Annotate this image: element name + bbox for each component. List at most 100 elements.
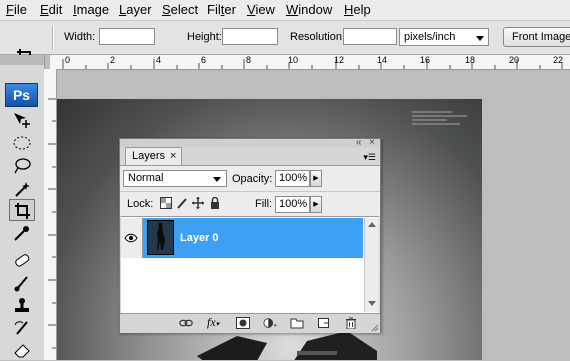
lock-position-icon[interactable] <box>192 197 204 209</box>
resize-grip-icon[interactable] <box>371 324 379 332</box>
menu-select[interactable]: Select <box>162 2 198 18</box>
close-panel-icon[interactable]: × <box>369 138 375 148</box>
menu-edit[interactable]: Edit <box>40 2 62 18</box>
height-label: Height: <box>187 31 222 43</box>
ruler-label: 12 <box>334 55 345 65</box>
resolution-input[interactable] <box>343 28 397 45</box>
fill-input[interactable]: 100% <box>275 196 310 213</box>
layers-panel: « × Layers × ▾☰ Normal Opacity: 100% ▶ L… <box>119 138 381 333</box>
menu-help[interactable]: Help <box>344 2 371 18</box>
front-image-button[interactable]: Front Image <box>503 27 570 47</box>
menu-view-rest: iew <box>255 2 275 17</box>
ruler-label: 16 <box>420 55 431 65</box>
chevron-down-icon <box>213 177 221 182</box>
lock-fill-row: Lock: Fill: 100% ▶ <box>120 191 380 216</box>
history-brush-icon <box>14 321 28 335</box>
magic-wand-tool[interactable] <box>9 178 35 200</box>
trash-icon[interactable] <box>344 317 358 329</box>
folder-icon[interactable] <box>290 317 304 329</box>
canvas-small-text <box>412 111 472 129</box>
layer-mask-icon[interactable] <box>236 317 250 329</box>
menu-help-rest: elp <box>353 2 371 17</box>
resolution-units-select[interactable]: pixels/inch <box>399 28 489 46</box>
menu-filter[interactable]: Filter <box>207 2 236 18</box>
menu-window[interactable]: Window <box>286 2 332 18</box>
ruler-label: 6 <box>201 55 207 65</box>
new-layer-icon[interactable] <box>317 317 331 329</box>
layer-row[interactable]: Layer 0 <box>121 218 363 258</box>
fx-icon[interactable]: fx▾ <box>207 315 225 329</box>
ruler-label: 22 <box>553 55 564 65</box>
crop-tool[interactable] <box>9 199 35 221</box>
fill-slider-button[interactable]: ▶ <box>310 196 322 213</box>
adjustment-layer-icon[interactable] <box>263 317 277 329</box>
visibility-toggle[interactable] <box>121 218 143 258</box>
canvas-figure <box>197 331 377 360</box>
tab-layers-label: Layers <box>132 150 166 162</box>
width-label: Width: <box>64 31 96 43</box>
menu-window-rest: indow <box>298 2 333 17</box>
layers-bottom-bar: fx▾ <box>120 313 380 333</box>
tab-layers[interactable]: Layers × <box>125 147 182 165</box>
blend-mode-select[interactable]: Normal <box>123 170 227 187</box>
opacity-label: Opacity: <box>232 173 273 185</box>
blend-mode-value: Normal <box>128 172 164 184</box>
lasso-tool[interactable] <box>9 155 35 177</box>
elliptical-marquee-icon <box>13 136 31 150</box>
menu-image[interactable]: Image <box>73 2 109 18</box>
close-tab-icon[interactable]: × <box>170 148 176 164</box>
healing-brush-tool[interactable] <box>9 249 35 271</box>
lock-transparency-icon[interactable] <box>160 197 172 209</box>
toolbox: Ps <box>0 55 45 360</box>
ruler-label: 0 <box>65 55 71 65</box>
move-tool[interactable] <box>9 109 35 131</box>
chevron-down-icon <box>476 36 484 41</box>
eyedropper-icon <box>14 226 29 241</box>
ruler-label: 14 <box>377 55 388 65</box>
panel-titlebar[interactable] <box>120 139 380 147</box>
toolbox-grip[interactable] <box>0 55 44 65</box>
scroll-up-icon[interactable] <box>368 222 376 227</box>
menu-edit-rest: dit <box>48 2 63 17</box>
blend-opacity-row: Normal Opacity: 100% ▶ <box>120 165 380 192</box>
menu-filter-pre: Fil <box>207 2 221 17</box>
lock-all-icon[interactable] <box>209 197 221 209</box>
ruler-label: 18 <box>465 55 476 65</box>
lock-pixels-icon[interactable] <box>176 197 188 209</box>
collapse-panel-icon[interactable]: « <box>356 138 362 148</box>
height-input[interactable] <box>222 28 278 45</box>
history-brush-tool[interactable] <box>9 317 35 339</box>
opacity-input[interactable]: 100% <box>275 170 310 187</box>
resolution-label: Resolution: <box>290 31 346 43</box>
ruler-ticks <box>48 98 56 349</box>
menu-file[interactable]: File <box>6 2 27 18</box>
ruler-label: 2 <box>110 55 116 65</box>
move-icon <box>14 113 30 128</box>
menu-layer[interactable]: Layer <box>119 2 152 18</box>
width-input[interactable] <box>99 28 155 45</box>
menu-view[interactable]: View <box>247 2 275 18</box>
options-separator <box>52 26 54 50</box>
opacity-slider-button[interactable]: ▶ <box>310 170 322 187</box>
bandage-icon <box>15 254 30 267</box>
layers-scrollbar[interactable] <box>364 218 379 312</box>
eraser-icon <box>14 344 30 358</box>
lasso-icon <box>14 158 31 174</box>
ruler-label: 8 <box>246 55 252 65</box>
eyedropper-tool[interactable] <box>9 222 35 244</box>
menu-select-rest: elect <box>170 2 199 17</box>
ruler-ticks <box>62 59 563 69</box>
photoshop-logo[interactable]: Ps <box>5 83 38 107</box>
scroll-down-icon[interactable] <box>368 301 376 306</box>
marquee-tool[interactable] <box>9 132 35 154</box>
stamp-icon <box>15 298 29 312</box>
panel-menu-icon[interactable]: ▾☰ <box>363 152 376 162</box>
link-layers-icon[interactable] <box>179 317 193 329</box>
brush-tool[interactable] <box>9 272 35 294</box>
magic-wand-icon <box>15 182 30 197</box>
fill-label: Fill: <box>255 198 273 210</box>
layer-name: Layer 0 <box>180 232 219 244</box>
brush-icon <box>14 276 28 292</box>
eraser-tool[interactable] <box>9 339 35 361</box>
clone-stamp-tool[interactable] <box>9 295 35 317</box>
